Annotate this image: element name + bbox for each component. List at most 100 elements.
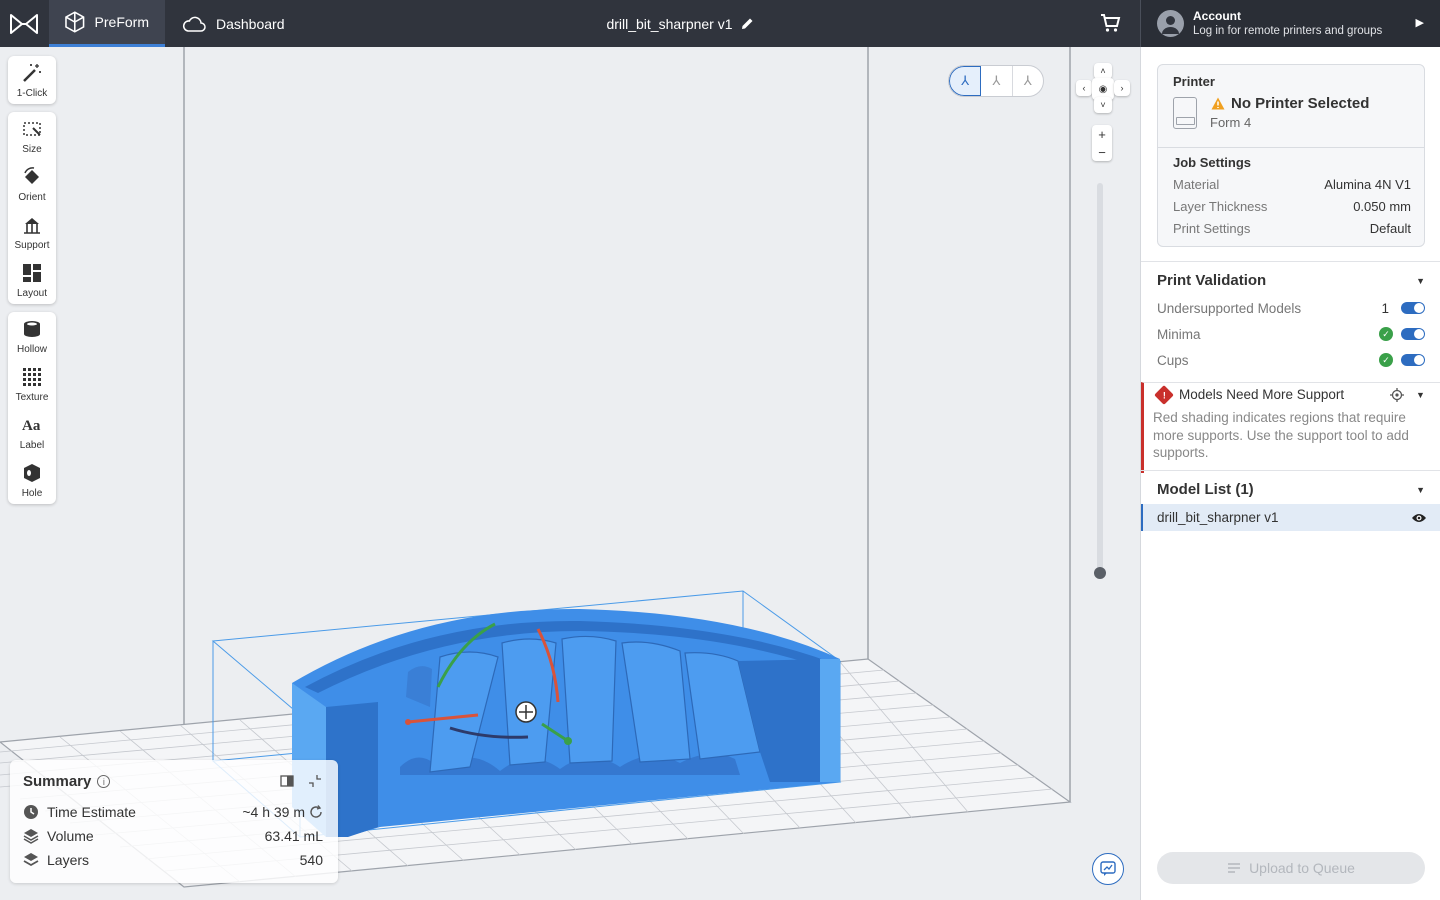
validation-undersupported-toggle[interactable] [1401,302,1425,314]
view-button-2[interactable]: ⅄ [981,66,1013,96]
view-button-1[interactable]: ⅄ [949,66,982,96]
tool-hole[interactable]: Hole [8,456,56,504]
document-title[interactable]: drill_bit_sharpner v1 [560,0,800,47]
account-menu[interactable]: Account Log in for remote printers and g… [1140,0,1440,47]
validation-minima-label: Minima [1157,326,1201,342]
view-button-3[interactable]: ⅄ [1013,66,1043,96]
job-setting-material-label: Material [1173,177,1220,192]
validation-row-undersupported: Undersupported Models 1 [1157,298,1425,318]
model-list-item[interactable]: drill_bit_sharpner v1 [1141,504,1440,531]
panel-toggle-icon[interactable] [280,774,294,788]
tool-label[interactable]: Aa Label [8,408,56,456]
upload-to-queue-button[interactable]: Upload to Queue [1157,852,1425,884]
chevron-right-icon: ▶ [1415,17,1424,29]
tool-support[interactable]: Support [8,208,56,256]
summary-volume-value: 63.41 mL [264,828,323,844]
printer-status: No Printer Selected [1211,95,1369,112]
zoom-out-icon[interactable]: − [1098,146,1106,159]
view-orientation-buttons: ⅄ ⅄ ⅄ [948,65,1044,97]
summary-time-value: ~4 h 39 m [242,804,305,820]
model-list-header[interactable]: Model List (1) ▼ [1141,470,1440,508]
feedback-icon[interactable] [1092,853,1124,885]
zoom-in-icon[interactable]: + [1098,128,1106,141]
tab-dashboard-label: Dashboard [216,15,285,32]
tool-texture[interactable]: Texture [8,360,56,408]
formlabs-logo-icon[interactable] [0,0,48,47]
clock-icon [24,805,38,819]
layer-slider-handle[interactable] [1094,567,1106,579]
tool-orient[interactable]: Orient [8,160,56,208]
printer-icon [1173,97,1197,129]
tab-preform-label: PreForm [94,14,149,30]
job-settings-heading: Job Settings [1173,155,1252,170]
3d-viewport[interactable]: 1-Click Size Orient Support Layout Hollo… [0,47,1140,900]
printer-model: Form 4 [1210,115,1252,130]
job-setting-layer-thickness-value: 0.050 mm [1353,199,1411,214]
collapse-icon[interactable] [308,774,322,788]
zoom-controls: + − [1092,125,1112,161]
right-panel: Printer No Printer Selected Form 4 Job S… [1140,47,1440,900]
layer-slider[interactable] [1094,183,1106,579]
pan-up-icon[interactable]: ˄ [1094,63,1112,79]
tool-orient-label: Orient [18,191,46,203]
account-subtitle: Log in for remote printers and groups [1193,25,1383,37]
pan-down-icon[interactable]: ˅ [1094,97,1112,113]
tool-texture-label: Texture [15,391,49,403]
summary-layers-label: Layers [47,852,90,868]
job-setting-print-settings-value: Default [1369,221,1411,236]
refresh-icon[interactable] [309,805,323,819]
tool-1-click[interactable]: 1-Click [8,56,56,104]
document-title-text: drill_bit_sharpner v1 [606,15,733,32]
tab-preform[interactable]: PreForm [49,0,165,47]
locate-icon[interactable] [1390,388,1404,402]
toolbar-group-modify: Hollow Texture Aa Label Hole [8,312,56,504]
magic-wand-icon [23,63,41,82]
tool-size[interactable]: Size [8,112,56,160]
tool-size-label: Size [22,143,42,155]
summary-volume-label: Volume [47,828,94,844]
printer-status-text: No Printer Selected [1231,95,1370,112]
model-list-item-name: drill_bit_sharpner v1 [1157,510,1279,525]
pan-left-icon[interactable]: ‹ [1076,80,1092,96]
caret-down-icon[interactable]: ▼ [1416,390,1425,400]
cart-icon[interactable] [1098,12,1124,36]
tool-support-label: Support [14,239,50,251]
preform-cube-icon [65,11,85,33]
tool-hollow[interactable]: Hollow [8,312,56,360]
account-title: Account [1193,9,1241,23]
caret-down-icon: ▼ [1416,275,1425,286]
job-setting-material: Material Alumina 4N V1 [1173,177,1411,192]
tool-layout[interactable]: Layout [8,256,56,304]
orient-icon [24,166,39,184]
tool-1-click-label: 1-Click [16,87,48,99]
summary-layers-value: 540 [299,852,323,868]
validation-minima-toggle[interactable] [1401,328,1425,340]
model-list-heading: Model List (1) [1157,481,1254,498]
print-validation-heading: Print Validation [1157,272,1267,289]
job-setting-material-value: Alumina 4N V1 [1324,177,1411,192]
info-icon[interactable]: i [97,775,111,788]
tool-layout-label: Layout [16,287,48,299]
job-setting-print-settings-label: Print Settings [1173,221,1251,236]
eye-icon[interactable] [1411,512,1427,524]
volume-icon [23,829,39,844]
queue-icon [1228,863,1241,873]
job-setting-layer-thickness-label: Layer Thickness [1173,199,1268,214]
check-circle-icon: ✓ [1379,353,1393,367]
summary-title: Summary i [23,773,111,790]
texture-icon [23,367,41,386]
validation-cups-label: Cups [1157,352,1189,368]
hollow-icon [24,320,40,337]
job-setting-print-settings: Print Settings Default [1173,221,1411,236]
printer-card[interactable]: Printer No Printer Selected Form 4 Job S… [1157,64,1425,247]
support-alert-header: ! Models Need More Support [1154,384,1344,405]
pan-right-icon[interactable]: › [1114,80,1130,96]
pencil-icon[interactable] [741,17,754,30]
support-alert[interactable]: ! Models Need More Support ▼ Red shading… [1141,382,1440,473]
print-validation-header[interactable]: Print Validation ▼ [1141,261,1440,299]
validation-cups-toggle[interactable] [1401,354,1425,366]
camera-nav-pad: ˄ ‹ ◉ › ˅ [1076,63,1130,113]
tab-dashboard[interactable]: Dashboard [166,0,306,47]
upload-to-queue-label: Upload to Queue [1249,860,1355,876]
summary-time-label: Time Estimate [47,804,136,820]
